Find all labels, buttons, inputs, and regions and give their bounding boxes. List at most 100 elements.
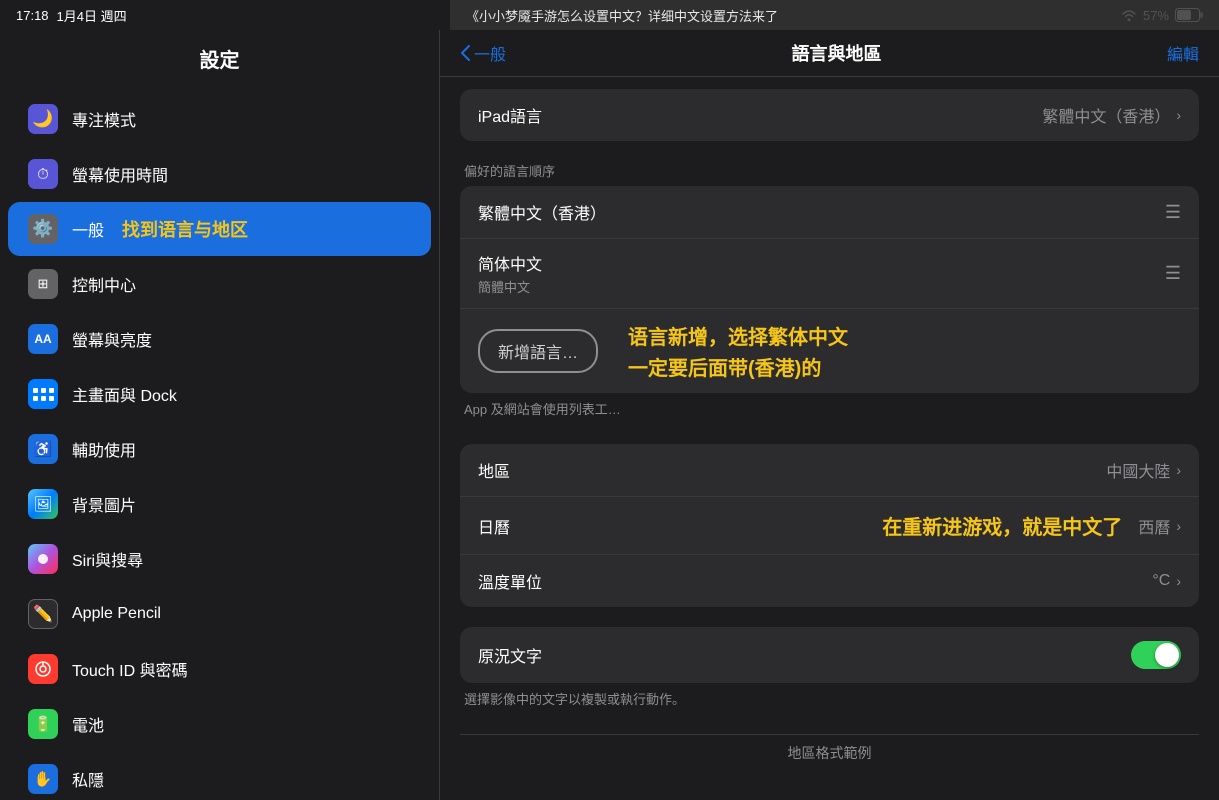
ipad-language-label: iPad語言 <box>478 103 542 127</box>
nav-edit-button[interactable]: 編輯 <box>1167 41 1199 65</box>
overlay-title: 《小小梦魇手游怎么设置中文？详细中文设置方法来了 <box>450 0 1219 30</box>
toggle-knob <box>1155 643 1179 667</box>
sidebar-item-display[interactable]: AA 螢幕與亮度 <box>8 312 431 366</box>
sidebar-items: 🌙 專注模式 ⏱ 螢幕使用時間 ⚙️ 一般 找到语言与地区 ⊞ 控制中心 AA <box>0 83 439 800</box>
sidebar-item-wallpaper[interactable]: 🖼 背景圖片 <box>8 477 431 531</box>
privacy-icon: ✋ <box>28 764 58 794</box>
content-body: iPad語言 繁體中文（香港） › 偏好的語言順序 繁體中文（香港） ☰ <box>440 77 1219 800</box>
sidebar-item-battery[interactable]: 🔋 電池 <box>8 697 431 751</box>
applepencil-label: Apple Pencil <box>72 605 161 623</box>
siri-label: Siri與搜尋 <box>72 547 143 571</box>
temperature-row[interactable]: 溫度單位 °C › <box>460 555 1199 607</box>
focus-label: 專注模式 <box>72 107 136 131</box>
region-value: 中國大陸 › <box>1106 458 1181 482</box>
live-text-card: 原況文字 <box>460 627 1199 683</box>
content-panel: 一般 語言與地區 編輯 iPad語言 繁體中文（香港） › <box>440 30 1219 800</box>
drag-handle-traditional[interactable]: ☰ <box>1165 202 1181 223</box>
preferred-languages-section-label: 偏好的語言順序 <box>460 161 1199 180</box>
general-icon: ⚙️ <box>28 214 58 244</box>
status-time: 17:18 <box>16 8 49 23</box>
sidebar: 設定 🌙 專注模式 ⏱ 螢幕使用時間 ⚙️ 一般 找到语言与地区 ⊞ 控 <box>0 30 440 800</box>
ipad-language-card: iPad語言 繁體中文（香港） › <box>460 89 1199 141</box>
sidebar-item-applepencil[interactable]: ✏️ Apple Pencil <box>8 587 431 641</box>
temperature-value: °C › <box>1152 572 1181 590</box>
status-left: 17:18 1月4日 週四 <box>16 6 127 25</box>
applepencil-icon: ✏️ <box>28 599 58 629</box>
wallpaper-icon: 🖼 <box>28 489 58 519</box>
sidebar-header: 設定 <box>0 30 439 83</box>
live-text-toggle[interactable] <box>1131 641 1181 669</box>
live-text-footer: 選擇影像中的文字以複製或執行動作。 <box>460 683 1199 714</box>
main-layout: 設定 🌙 專注模式 ⏱ 螢幕使用時間 ⚙️ 一般 找到语言与地区 ⊞ 控 <box>0 30 1219 800</box>
general-label: 一般 <box>72 217 104 241</box>
live-text-label: 原況文字 <box>478 643 542 667</box>
ipad-language-chevron: › <box>1176 107 1181 123</box>
sidebar-item-privacy[interactable]: ✋ 私隱 <box>8 752 431 800</box>
traditional-chinese-label: 繁體中文（香港） <box>478 200 606 224</box>
simplified-chinese-label: 简体中文 <box>478 251 542 275</box>
status-bar: 17:18 1月4日 週四 57% 《小小梦魇手游怎么设置中文？详细中文设置方法… <box>0 0 1219 30</box>
touchid-icon <box>28 654 58 684</box>
focus-icon: 🌙 <box>28 104 58 134</box>
simplified-chinese-row[interactable]: 简体中文 簡體中文 ☰ <box>460 239 1199 309</box>
general-annotation: 找到语言与地区 <box>122 216 248 242</box>
region-format-label: 地區格式範例 <box>460 735 1199 771</box>
sidebar-item-screentime[interactable]: ⏱ 螢幕使用時間 <box>8 147 431 201</box>
region-calendar-card: 地區 中國大陸 › 日曆 在重新进游戏，就是中文了 西曆 <box>460 444 1199 607</box>
section-region-calendar: 地區 中國大陸 › 日曆 在重新进游戏，就是中文了 西曆 <box>460 444 1199 607</box>
add-language-row: 新增語言… 语言新增，选择繁体中文 一定要后面带(香港)的 <box>460 309 1199 393</box>
calendar-value: 西曆 › <box>1138 514 1181 538</box>
ipad-language-row[interactable]: iPad語言 繁體中文（香港） › <box>460 89 1199 141</box>
controlcenter-icon: ⊞ <box>28 269 58 299</box>
controlcenter-label: 控制中心 <box>72 272 136 296</box>
sidebar-item-touchid[interactable]: Touch ID 與密碼 <box>8 642 431 696</box>
region-label: 地區 <box>478 458 510 482</box>
preferred-languages-card: 繁體中文（香港） ☰ 简体中文 簡體中文 ☰ <box>460 186 1199 393</box>
screentime-label: 螢幕使用時間 <box>72 162 168 186</box>
sidebar-item-controlcenter[interactable]: ⊞ 控制中心 <box>8 257 431 311</box>
sidebar-item-accessibility[interactable]: ♿ 輔助使用 <box>8 422 431 476</box>
nav-title: 語言與地區 <box>792 40 882 66</box>
homedock-icon <box>28 379 58 409</box>
temperature-chevron: › <box>1176 573 1181 589</box>
homedock-label: 主畫面與 Dock <box>72 382 177 406</box>
traditional-chinese-row[interactable]: 繁體中文（香港） ☰ <box>460 186 1199 239</box>
calendar-label: 日曆 <box>478 514 510 538</box>
display-label: 螢幕與亮度 <box>72 327 152 351</box>
annotation-add-language: 语言新增，选择繁体中文 <box>628 321 848 350</box>
section-live-text: 原況文字 選擇影像中的文字以複製或執行動作。 <box>460 627 1199 714</box>
status-date: 1月4日 週四 <box>57 6 127 25</box>
wallpaper-label: 背景圖片 <box>72 492 136 516</box>
live-text-row[interactable]: 原況文字 <box>460 627 1199 683</box>
annotation-add-language2: 一定要后面带(香港)的 <box>628 352 848 381</box>
back-chevron-icon <box>460 45 470 61</box>
sidebar-item-focus[interactable]: 🌙 專注模式 <box>8 92 431 146</box>
accessibility-label: 輔助使用 <box>72 437 136 461</box>
region-chevron: › <box>1176 462 1181 478</box>
screentime-icon: ⏱ <box>28 159 58 189</box>
calendar-chevron: › <box>1176 518 1181 534</box>
ipad-language-value: 繁體中文（香港） › <box>1042 103 1181 127</box>
add-language-button[interactable]: 新增語言… <box>478 329 598 373</box>
annotation-reenter: 在重新进游戏，就是中文了 <box>882 511 1122 540</box>
sidebar-item-siri[interactable]: Siri與搜尋 <box>8 532 431 586</box>
sidebar-item-homedock[interactable]: 主畫面與 Dock <box>8 367 431 421</box>
battery-label: 電池 <box>72 712 104 736</box>
calendar-row[interactable]: 日曆 在重新进游戏，就是中文了 西曆 › <box>460 497 1199 555</box>
battery-sidebar-icon: 🔋 <box>28 709 58 739</box>
temperature-label: 溫度單位 <box>478 569 542 593</box>
nav-back-button[interactable]: 一般 <box>460 41 506 65</box>
display-icon: AA <box>28 324 58 354</box>
accessibility-icon: ♿ <box>28 434 58 464</box>
simplified-chinese-sublabel: 簡體中文 <box>478 277 542 296</box>
drag-handle-simplified[interactable]: ☰ <box>1165 263 1181 284</box>
content-nav: 一般 語言與地區 編輯 <box>440 30 1219 77</box>
siri-icon <box>28 544 58 574</box>
section-preferred-languages: 偏好的語言順序 繁體中文（香港） ☰ 简体中文 簡體中文 <box>460 161 1199 424</box>
preferred-languages-footer: App 及網站會使用列表工… <box>460 393 1199 424</box>
section-ipad-language: iPad語言 繁體中文（香港） › <box>460 89 1199 141</box>
privacy-label: 私隱 <box>72 767 104 791</box>
region-row[interactable]: 地區 中國大陸 › <box>460 444 1199 497</box>
sidebar-item-general[interactable]: ⚙️ 一般 找到语言与地区 <box>8 202 431 256</box>
touchid-label: Touch ID 與密碼 <box>72 657 188 681</box>
